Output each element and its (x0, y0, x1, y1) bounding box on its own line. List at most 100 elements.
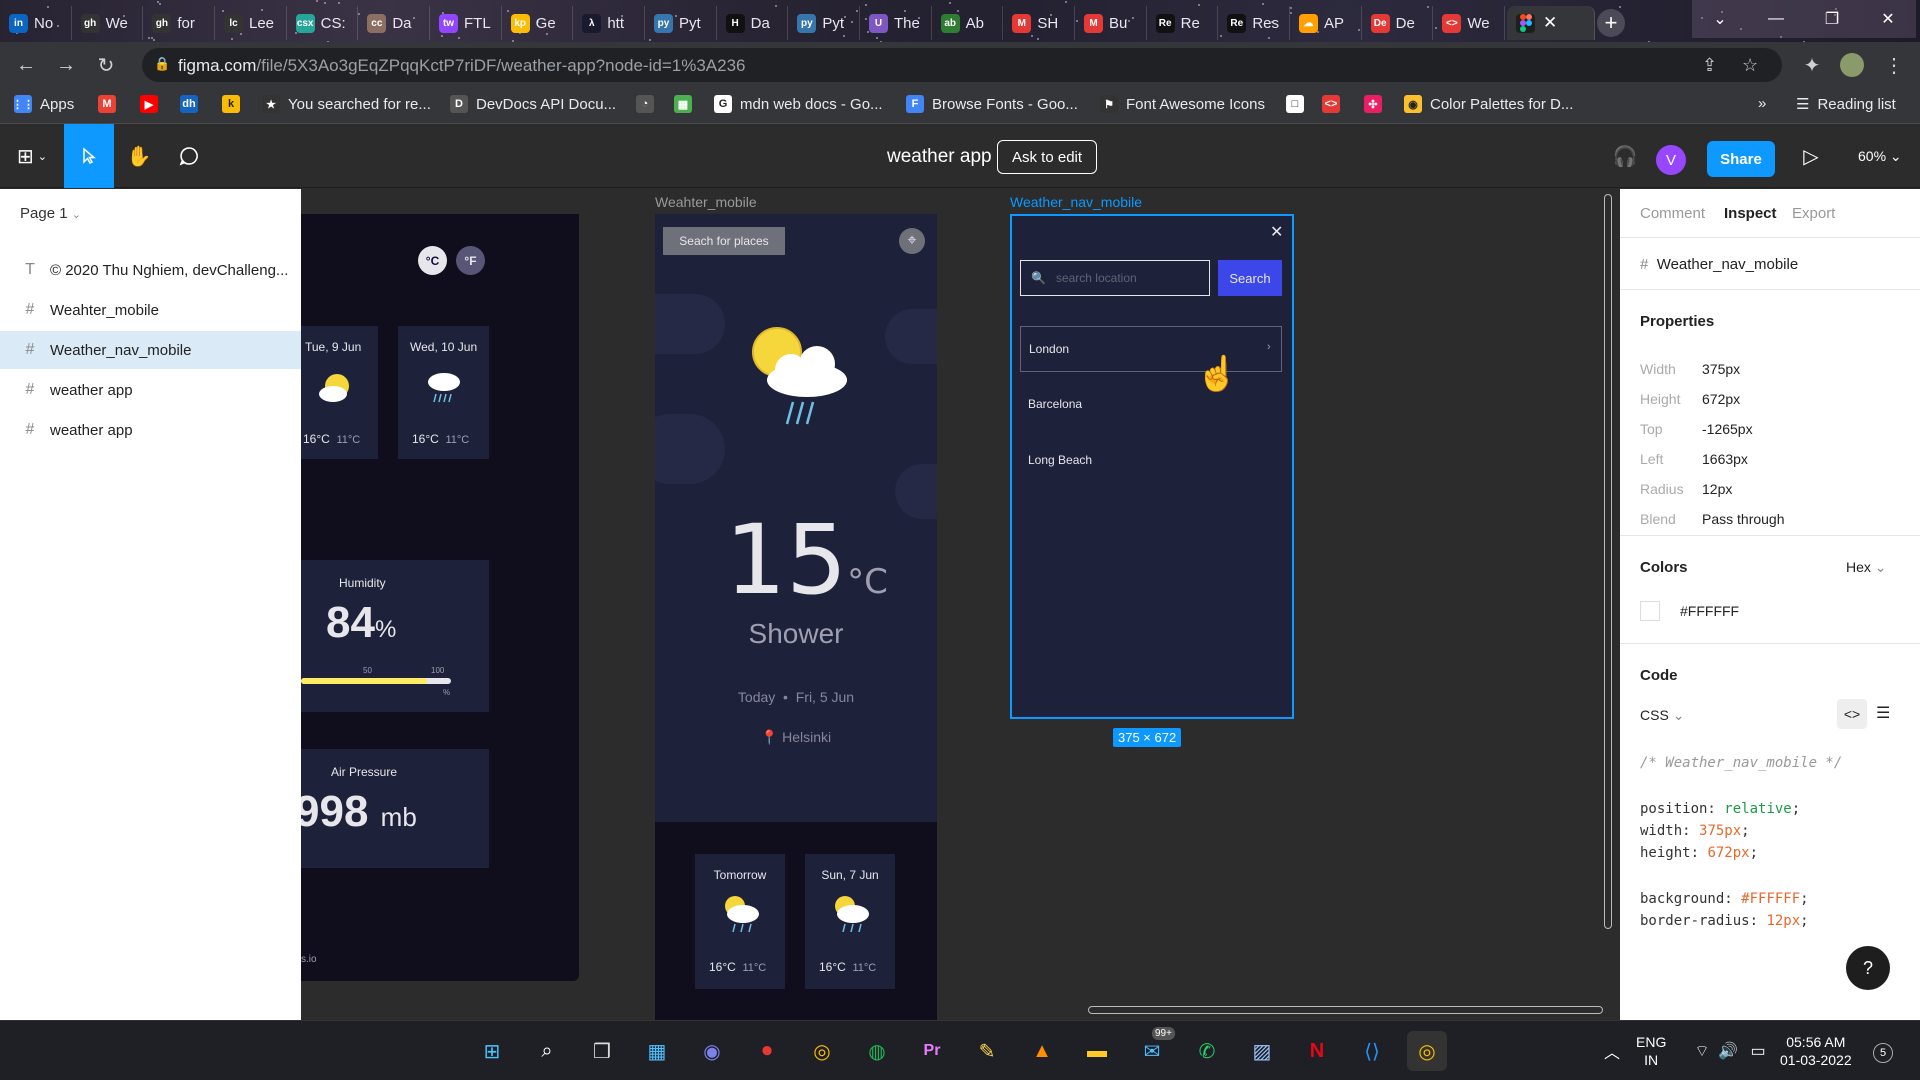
reading-list[interactable]: ☰ Reading list (1796, 95, 1896, 114)
color-swatch[interactable] (1640, 601, 1660, 621)
battery-icon[interactable]: ▭ (1738, 1031, 1778, 1071)
bookmark-item[interactable]: ▦ (674, 95, 692, 113)
chrome-icon[interactable]: ◎ (802, 1031, 842, 1071)
audio-headphones-icon[interactable]: 🎧 (1600, 124, 1650, 188)
bookmark-item[interactable]: Gmdn web docs - Go... (714, 95, 883, 113)
whatsapp-icon[interactable]: ✆ (1187, 1031, 1227, 1071)
property-value[interactable]: -1265px (1702, 421, 1753, 437)
bookmark-item[interactable]: ▶ (140, 95, 158, 113)
menu-icon[interactable]: ⋮ (1878, 49, 1910, 81)
bookmark-item[interactable]: <> (1322, 95, 1340, 113)
browser-tab[interactable]: in No (0, 6, 72, 40)
weather-nav-mobile-frame[interactable]: ✕ 🔍 search location Search London › Barc… (1010, 214, 1294, 719)
vlc-icon[interactable]: ▲ (1022, 1031, 1062, 1071)
fahrenheit-toggle[interactable]: °F (456, 246, 485, 275)
present-play-icon[interactable]: ▷ (1786, 124, 1836, 188)
tab-search-icon[interactable]: ⌄ (1692, 0, 1748, 38)
horizontal-scrollbar[interactable] (1088, 1006, 1603, 1014)
vertical-scrollbar[interactable] (1604, 194, 1612, 929)
browser-tab[interactable]: Re Re (1147, 6, 1219, 40)
browser-tab[interactable]: py Pyt (645, 6, 717, 40)
city-item-long-beach[interactable]: Long Beach (1020, 438, 1282, 484)
move-tool[interactable] (64, 124, 114, 188)
new-tab-button[interactable]: + (1597, 9, 1625, 37)
bookmark-star-icon[interactable]: ☆ (1742, 55, 1758, 76)
color-format-select[interactable]: Hex ⌄ (1846, 559, 1887, 576)
browser-tab[interactable]: gh for (143, 6, 215, 40)
search-button[interactable]: Search (1218, 260, 1282, 296)
browser-tab[interactable]: De De (1362, 6, 1434, 40)
search-icon[interactable]: ⌕ (527, 1031, 567, 1071)
bookmark-item[interactable]: □ (1286, 95, 1304, 113)
browser-tab[interactable]: cc Da (358, 6, 430, 40)
share-page-icon[interactable]: ⇪ (1702, 55, 1717, 76)
bookmark-item[interactable]: ✣ (1364, 95, 1382, 113)
premiere-pro-icon[interactable]: Pr (912, 1031, 952, 1071)
sketch-pen-icon[interactable]: ✎ (967, 1031, 1007, 1071)
mail-icon[interactable]: ✉ 99+ (1132, 1027, 1175, 1071)
browser-tab[interactable]: tw FTL (430, 6, 502, 40)
url-text[interactable]: figma.com/file/5X3Ao3gEqZPqqKctP7riDF/we… (178, 56, 745, 76)
city-item-barcelona[interactable]: Barcelona (1020, 382, 1282, 428)
share-button[interactable]: Share (1707, 141, 1775, 177)
netflix-icon[interactable]: N (1297, 1031, 1337, 1071)
layer-item[interactable]: # Weather_nav_mobile (0, 331, 301, 369)
weather-mobile-frame[interactable]: Seach for places ⌖ 15°C Shower Today • F… (655, 214, 937, 1020)
browser-tab[interactable]: kp Ge (502, 6, 574, 40)
browser-tab[interactable]: ab Ab (932, 6, 1004, 40)
tab-figma-active[interactable]: ✕ (1507, 6, 1595, 40)
close-window-button[interactable]: ✕ (1860, 0, 1916, 38)
bookmark-item[interactable]: dh (180, 95, 198, 113)
tray-chevron-icon[interactable]: ︿ (1592, 1031, 1632, 1071)
property-value[interactable]: Pass through (1702, 511, 1785, 527)
spotify-icon[interactable]: ◍ (857, 1031, 897, 1071)
browser-tab[interactable]: gh We (72, 6, 144, 40)
bookmark-item[interactable]: ★ You searched for re... (262, 95, 431, 113)
bookmark-item[interactable]: ⋮⋮ Apps (12, 95, 74, 113)
bookmark-item[interactable]: M (98, 95, 116, 113)
widgets-icon[interactable]: ▦ (637, 1031, 677, 1071)
design-canvas[interactable]: °C °F Tue, 9 Jun 16°C 11°C Wed, 10 Jun 1… (301, 189, 1619, 1020)
notification-count[interactable]: 5 (1873, 1043, 1893, 1063)
browser-tab[interactable]: M SH (1003, 6, 1075, 40)
zoom-control[interactable]: 60% ⌄ (1858, 148, 1902, 165)
property-value[interactable]: 672px (1702, 391, 1740, 407)
chrome-active-icon[interactable]: ◎ (1407, 1031, 1447, 1071)
clock[interactable]: 05:56 AM 01-03-2022 (1780, 1033, 1852, 1069)
comment-tool[interactable] (164, 124, 214, 188)
file-explorer-icon[interactable]: ▬ (1077, 1031, 1117, 1071)
browser-tab[interactable]: ☁ AP (1290, 6, 1362, 40)
file-title[interactable]: weather app (887, 146, 992, 168)
layer-item[interactable]: # Weahter_mobile (0, 291, 301, 329)
more-bookmarks[interactable]: » (1758, 95, 1766, 112)
layer-item[interactable]: # weather app (0, 411, 301, 449)
bookmark-item[interactable]: F Browse Fonts - Goo... (906, 95, 1078, 113)
teams-chat-icon[interactable]: ◉ (692, 1031, 732, 1071)
property-value[interactable]: 12px (1702, 481, 1732, 497)
page-selector[interactable]: Page 1 ⌄ (20, 205, 81, 222)
bookmark-item[interactable]: ◉ Color Palettes for D... (1404, 95, 1573, 113)
tab-export[interactable]: Export (1792, 205, 1835, 222)
close-icon[interactable]: ✕ (1270, 222, 1283, 242)
reload-button[interactable]: ↻ (90, 49, 122, 81)
browser-tab[interactable]: csx CS: (287, 6, 359, 40)
task-view-icon[interactable]: ❒ (582, 1031, 622, 1071)
browser-tab[interactable]: M Bu (1075, 6, 1147, 40)
weather-app-desktop-frame[interactable]: °C °F Tue, 9 Jun 16°C 11°C Wed, 10 Jun 1… (301, 214, 579, 981)
list-view-icon[interactable]: ☰ (1876, 703, 1890, 723)
browser-tab[interactable]: Re Res (1218, 6, 1290, 40)
hand-tool[interactable]: ✋ (114, 124, 164, 188)
restore-button[interactable]: ❐ (1804, 0, 1860, 38)
property-value[interactable]: 1663px (1702, 451, 1748, 467)
browser-tab[interactable]: λ htt (573, 6, 645, 40)
tab-comment[interactable]: Comment (1640, 205, 1705, 222)
browser-tab[interactable]: py Pyt (788, 6, 860, 40)
main-menu-button[interactable]: ⊞ ⌄ (0, 124, 64, 188)
celsius-toggle[interactable]: °C (418, 246, 447, 275)
ask-to-edit-button[interactable]: Ask to edit (997, 140, 1098, 174)
profile-avatar[interactable] (1836, 49, 1868, 81)
bookmark-item[interactable]: ◔ (636, 95, 654, 113)
omnibox[interactable]: 🔒 figma.com/file/5X3Ao3gEqZPqqKctP7riDF/… (142, 48, 1782, 82)
tab-inspect[interactable]: Inspect (1724, 205, 1777, 222)
property-value[interactable]: 375px (1702, 361, 1740, 377)
